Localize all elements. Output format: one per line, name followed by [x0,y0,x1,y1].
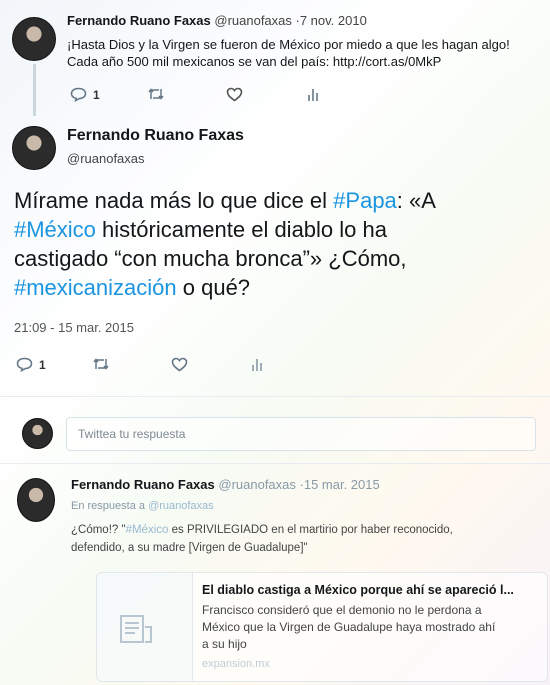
display-name[interactable]: Fernando Ruano Faxas [67,13,211,28]
tweet-body: Mírame nada más lo que dice el #Papa: «A… [14,186,544,302]
heart-icon [226,87,243,102]
analytics-icon [251,357,263,372]
retweet-action[interactable] [147,87,165,101]
tweet-text-line: ¿Cómo!? "#México es PRIVILEGIADO en el m… [71,524,453,536]
card-description: Francisco consideró que el demonio no le… [202,603,482,617]
analytics-icon [307,87,319,102]
handle-date[interactable]: @ruanofaxas ·7 nov. 2010 [214,13,366,28]
retweet-icon [92,357,110,371]
tweet-text: Cada año 500 mil mexicanos se van del pa… [67,54,442,69]
hashtag-link[interactable]: #mexicanización [14,275,177,300]
like-action[interactable] [171,357,188,372]
like-action[interactable] [226,87,243,102]
hashtag-link[interactable]: #Papa [333,188,397,213]
tweet-header: Fernando Ruano Faxas @ruanofaxas ·15 mar… [71,477,380,492]
heart-icon [171,357,188,372]
document-icon [119,613,153,650]
reply-placeholder: Twittea tu respuesta [78,427,186,441]
display-name[interactable]: Fernando Ruano Faxas [71,477,215,492]
tweet-text: castigado “con mucha bronca”» ¿Cómo, [14,246,407,271]
avatar[interactable] [12,126,56,170]
reply-icon [70,87,87,102]
thread-line [33,64,36,116]
avatar [22,418,53,449]
tweet-text: Mírame nada más lo que dice el [14,188,334,213]
reply-input[interactable]: Twittea tu respuesta [66,417,536,451]
tweet-text: ¿Cómo!? " [71,524,126,536]
tweet-text: defendido, a su madre [Virgen de Guadalu… [71,542,308,554]
divider [0,463,550,464]
reply-count: 1 [93,87,100,102]
card-description: a su hijo [202,637,247,651]
avatar[interactable] [12,17,56,61]
card-domain: expansion.mx [202,658,270,670]
analytics-action[interactable] [307,87,319,102]
handle[interactable]: @ruanofaxas [67,151,145,166]
avatar[interactable] [17,478,55,522]
link-card[interactable]: El diablo castiga a México porque ahí se… [96,572,548,682]
tweet-header: Fernando Ruano Faxas @ruanofaxas ·7 nov.… [67,13,367,28]
tweet-text: o qué? [176,275,251,300]
retweet-icon [147,87,165,101]
card-thumbnail [97,573,193,681]
retweet-action[interactable] [92,357,110,371]
reply-icon [16,357,33,372]
card-description: México que la Virgen de Guadalupe haya m… [202,620,496,634]
card-title[interactable]: El diablo castiga a México porque ahí se… [202,583,514,597]
timestamp[interactable]: 21:09 - 15 mar. 2015 [14,320,134,335]
hashtag-link[interactable]: #México [126,524,169,536]
tweet-text: : «A [396,188,436,213]
tweet-text: ¡Hasta Dios y la Virgen se fueron de Méx… [67,37,510,52]
analytics-action[interactable] [251,357,263,372]
divider [0,396,550,397]
reply-action[interactable]: 1 [16,357,46,372]
tweet-text: es PRIVILEGIADO en el martirio por haber… [168,524,453,536]
display-name[interactable]: Fernando Ruano Faxas [67,127,244,145]
in-reply-to: En respuesta a @ruanofaxas [71,500,214,512]
mention-link[interactable]: @ruanofaxas [148,500,214,512]
reply-count: 1 [39,357,46,372]
hashtag-link[interactable]: #México [14,217,96,242]
tweet-text: históricamente el diablo lo ha [95,217,387,242]
in-reply-prefix: En respuesta a [71,500,149,512]
handle-date[interactable]: @ruanofaxas ·15 mar. 2015 [218,477,379,492]
reply-action[interactable]: 1 [70,87,100,102]
